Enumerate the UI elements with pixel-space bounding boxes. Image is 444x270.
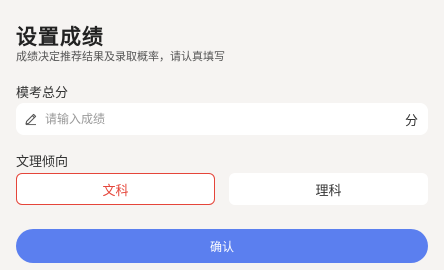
pencil-icon	[24, 112, 38, 126]
page-subtitle: 成绩决定推荐结果及录取概率，请认真填写	[16, 50, 225, 63]
science-option-button[interactable]: 理科	[229, 173, 428, 205]
page-title: 设置成绩	[16, 25, 104, 49]
arts-option-button[interactable]: 文科	[16, 173, 215, 205]
score-input[interactable]	[45, 112, 405, 126]
track-section-label: 文理倾向	[16, 155, 69, 170]
score-field[interactable]: 分	[16, 103, 428, 135]
score-unit: 分	[404, 113, 418, 129]
score-section-label: 模考总分	[16, 86, 69, 101]
confirm-button[interactable]: 确认	[16, 229, 428, 263]
